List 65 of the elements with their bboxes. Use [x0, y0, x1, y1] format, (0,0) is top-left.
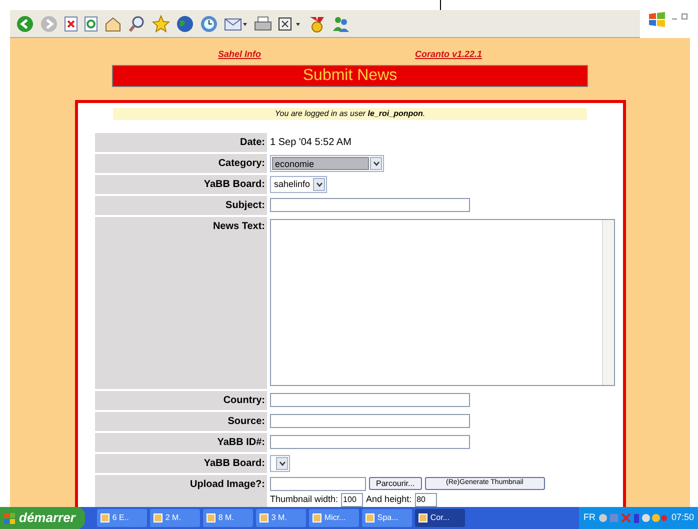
window-icon	[153, 513, 164, 523]
dropdown[interactable]	[270, 454, 290, 472]
refresh-icon[interactable]	[84, 16, 98, 32]
input-field[interactable]	[270, 435, 470, 449]
globe-icon[interactable]	[176, 14, 194, 32]
back-icon[interactable]	[16, 14, 34, 32]
input-field[interactable]	[270, 393, 470, 407]
dropdown[interactable]: economie	[270, 154, 384, 172]
input-field[interactable]: 100	[341, 492, 364, 506]
field-label: YaBB Board:	[204, 458, 265, 468]
edit-icon[interactable]	[278, 16, 302, 32]
browse-button[interactable]: Parcourir...	[369, 476, 422, 490]
taskbar-button[interactable]: 3 M.	[256, 509, 306, 527]
home-icon[interactable]	[104, 16, 122, 32]
caret-icon	[372, 160, 380, 166]
page-title: Submit News	[112, 64, 588, 86]
input-field[interactable]	[270, 414, 470, 428]
tray-icons[interactable]	[598, 512, 668, 524]
field-label: Subject:	[226, 200, 265, 210]
field-label: Source:	[228, 416, 265, 426]
taskbar-button[interactable]: 6 E..	[97, 509, 148, 527]
badge-icon[interactable]	[308, 14, 326, 32]
caret-icon	[316, 182, 323, 186]
taskbar-button[interactable]: Micr...	[309, 509, 360, 527]
language-indicator[interactable]: FR	[583, 511, 596, 525]
taskbar-button[interactable]: 8 M.	[203, 509, 254, 527]
people-icon[interactable]	[332, 14, 350, 32]
field-label: YaBB Board:	[204, 178, 265, 190]
start-button[interactable]: démarrer	[0, 507, 86, 529]
date-value: 1 Sep '04 5:52 AM	[270, 136, 352, 150]
field-label: Category:	[218, 158, 265, 168]
login-notice: You are logged in as user le_roi_ponpon.	[113, 108, 587, 120]
field-label: Date:	[240, 136, 265, 148]
input-field[interactable]	[270, 476, 366, 490]
scrollbar[interactable]	[602, 220, 614, 384]
caret-icon	[278, 460, 286, 466]
field-label: And height:	[366, 492, 412, 506]
taskbar-button[interactable]: Cor...	[415, 509, 466, 527]
dropdown[interactable]: sahelinfo	[270, 176, 328, 192]
windows-logo-icon	[4, 512, 16, 524]
windows-logo-icon	[648, 12, 666, 28]
window-icon	[206, 513, 216, 523]
printer-icon[interactable]	[254, 16, 272, 32]
taskbar-button[interactable]: 2 M.	[150, 509, 200, 527]
field-label: News Text:	[212, 220, 265, 232]
field-label: Upload Image?:	[190, 478, 265, 490]
site-link[interactable]: Sahel Info	[218, 48, 262, 62]
search-icon[interactable]	[128, 14, 146, 32]
taskbar-button[interactable]: Spa...	[362, 509, 412, 527]
window-icon	[418, 513, 428, 523]
version-link[interactable]: Coranto v1.22.1	[414, 48, 482, 62]
field-label: Country:	[223, 394, 265, 406]
field-label: YaBB ID#:	[217, 436, 265, 448]
window-icon	[259, 513, 270, 523]
star-icon[interactable]	[152, 14, 170, 32]
window-icon	[365, 513, 376, 523]
input-field[interactable]: 80	[414, 492, 437, 506]
history-icon[interactable]	[200, 14, 218, 32]
field-label: Thumbnail width:	[270, 492, 338, 506]
window-icon	[312, 513, 322, 523]
clock: 07:50	[671, 511, 694, 524]
input-field[interactable]	[270, 198, 470, 212]
window-icon	[100, 513, 110, 523]
stop-icon[interactable]	[64, 16, 78, 32]
mail-icon[interactable]	[224, 16, 248, 32]
